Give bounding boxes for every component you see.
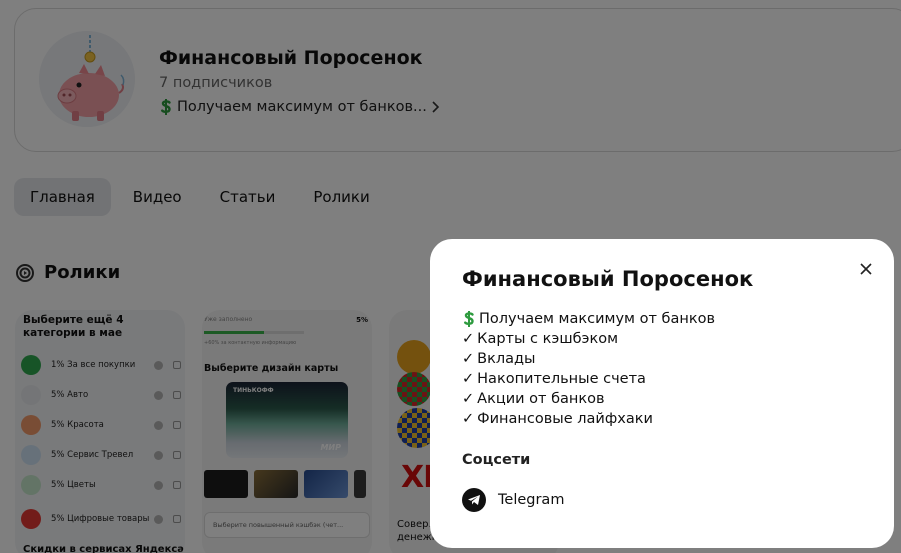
description-text: Получаем максимум от банков bbox=[479, 311, 716, 327]
check-icon: ✓ bbox=[462, 391, 475, 407]
description-text: Карты с кэшбэком bbox=[477, 331, 619, 347]
close-button[interactable] bbox=[856, 259, 876, 279]
check-icon: ✓ bbox=[462, 331, 475, 347]
description-line: ✓ Карты с кэшбэком bbox=[462, 329, 715, 349]
dollar-emoji-icon bbox=[464, 311, 474, 327]
description-text: Финансовые лайфхаки bbox=[477, 411, 653, 427]
description-line: ✓ Накопительные счета bbox=[462, 369, 715, 389]
description-text: Накопительные счета bbox=[477, 371, 646, 387]
description-text: Акции от банков bbox=[477, 391, 605, 407]
description-line: ✓ Акции от банков bbox=[462, 389, 715, 409]
description-line: ✓ Вклады bbox=[462, 349, 715, 369]
social-heading: Соцсети bbox=[462, 452, 531, 468]
telegram-link-label: Telegram bbox=[498, 492, 565, 508]
channel-info-modal: Финансовый Поросенок Получаем максимум о… bbox=[430, 239, 894, 548]
telegram-link[interactable]: Telegram bbox=[462, 488, 564, 512]
check-icon: ✓ bbox=[462, 411, 475, 427]
modal-title: Финансовый Поросенок bbox=[462, 267, 754, 291]
check-icon: ✓ bbox=[462, 371, 475, 387]
close-icon bbox=[860, 263, 872, 275]
description-line: Получаем максимум от банков bbox=[462, 309, 715, 329]
description-text: Вклады bbox=[477, 351, 536, 367]
description-line: ✓ Финансовые лайфхаки bbox=[462, 409, 715, 429]
telegram-icon bbox=[462, 488, 486, 512]
check-icon: ✓ bbox=[462, 351, 475, 367]
channel-description: Получаем максимум от банков ✓ Карты с кэш… bbox=[462, 309, 715, 429]
